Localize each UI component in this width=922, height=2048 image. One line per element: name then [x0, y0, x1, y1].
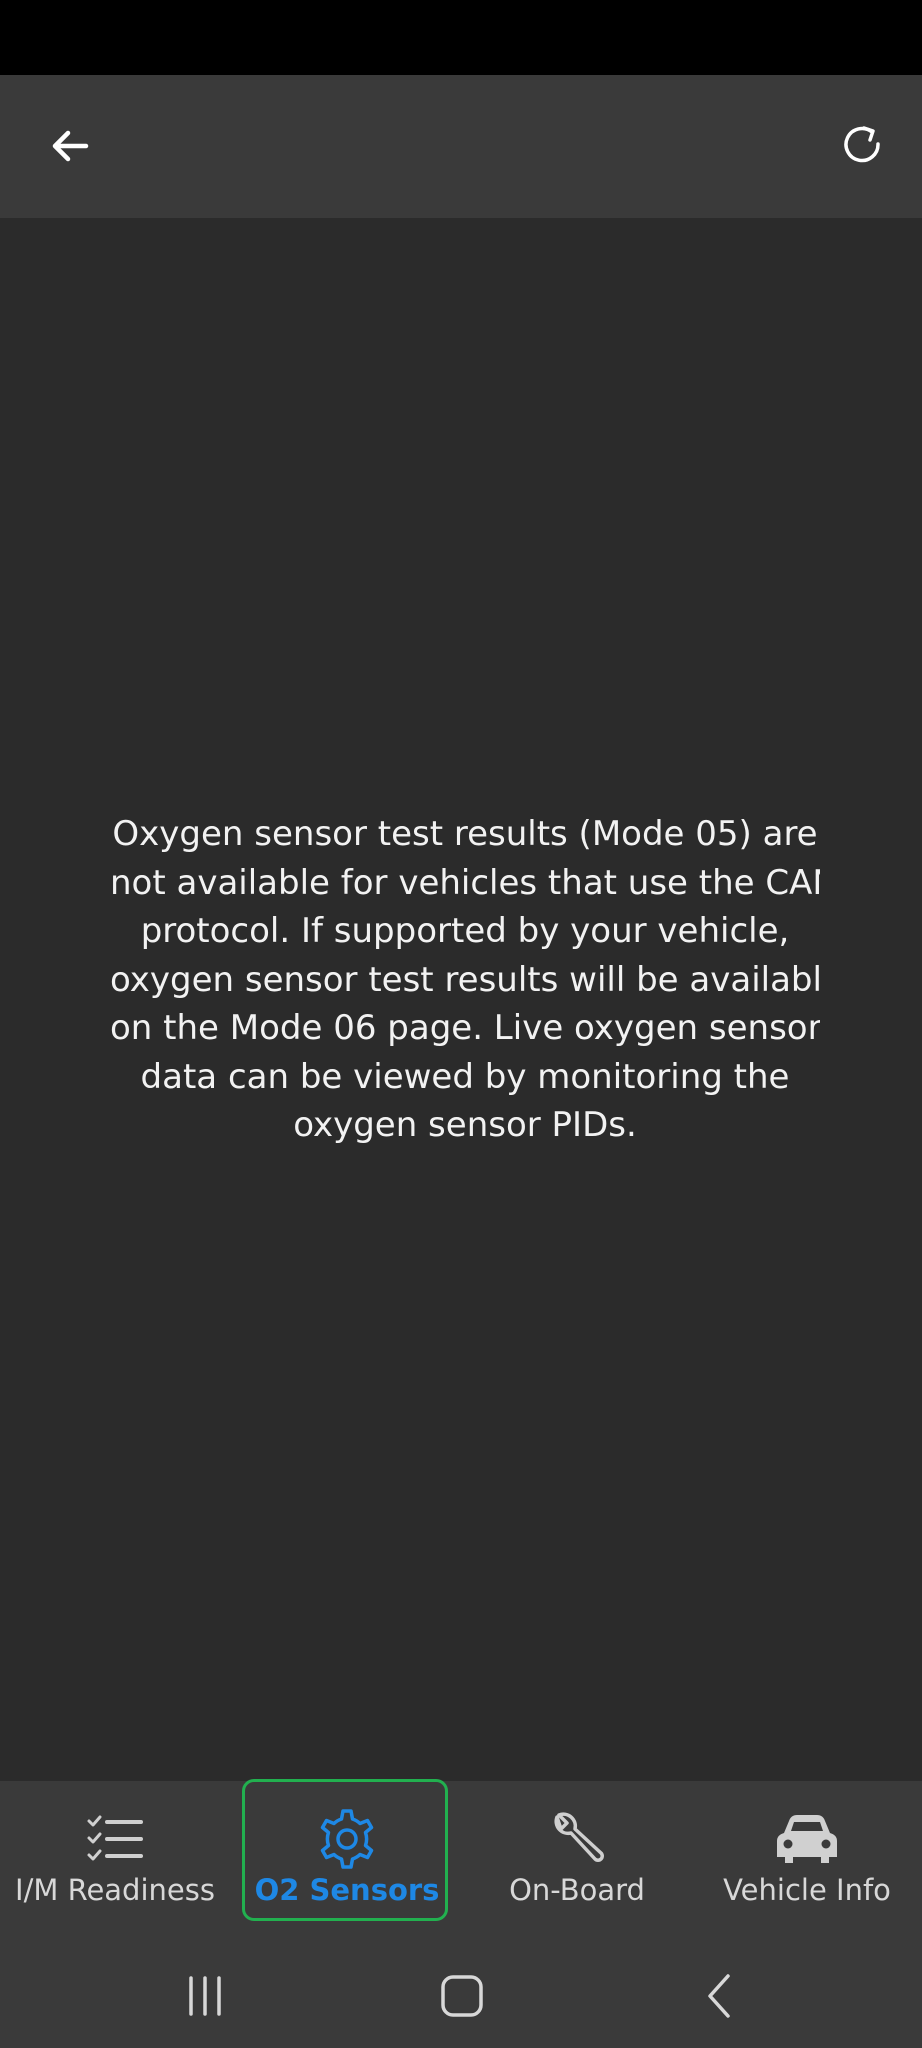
nav-label: On-Board — [509, 1873, 645, 1907]
system-back-button[interactable] — [680, 1961, 760, 2031]
nav-item-on-board[interactable]: On-Board — [462, 1781, 692, 1941]
back-button[interactable] — [30, 106, 110, 186]
car-icon — [775, 1807, 839, 1871]
bottom-nav: I/M Readiness O2 Sensors On-Board Vehicl… — [0, 1781, 922, 1941]
nav-label: Vehicle Info — [723, 1873, 891, 1907]
home-button[interactable] — [422, 1961, 502, 2031]
recents-icon — [189, 1976, 221, 2016]
system-nav-bar — [0, 1941, 922, 2048]
chevron-left-icon — [708, 1974, 730, 2018]
status-bar — [0, 0, 922, 75]
arrow-left-icon — [52, 130, 89, 162]
recents-button[interactable] — [165, 1961, 245, 2031]
app-bar — [0, 75, 922, 218]
refresh-icon — [844, 126, 880, 163]
nav-item-vehicle-info[interactable]: Vehicle Info — [692, 1781, 922, 1941]
wrench-icon — [545, 1807, 609, 1871]
nav-item-im-readiness[interactable]: I/M Readiness — [0, 1781, 230, 1941]
refresh-button[interactable] — [822, 106, 902, 186]
selected-tab-indicator — [242, 1779, 448, 1921]
checklist-icon — [83, 1807, 147, 1871]
home-icon — [441, 1975, 483, 2017]
nav-label: I/M Readiness — [15, 1873, 215, 1907]
info-message: Oxygen sensor test results (Mode 05) are… — [110, 814, 820, 1145]
